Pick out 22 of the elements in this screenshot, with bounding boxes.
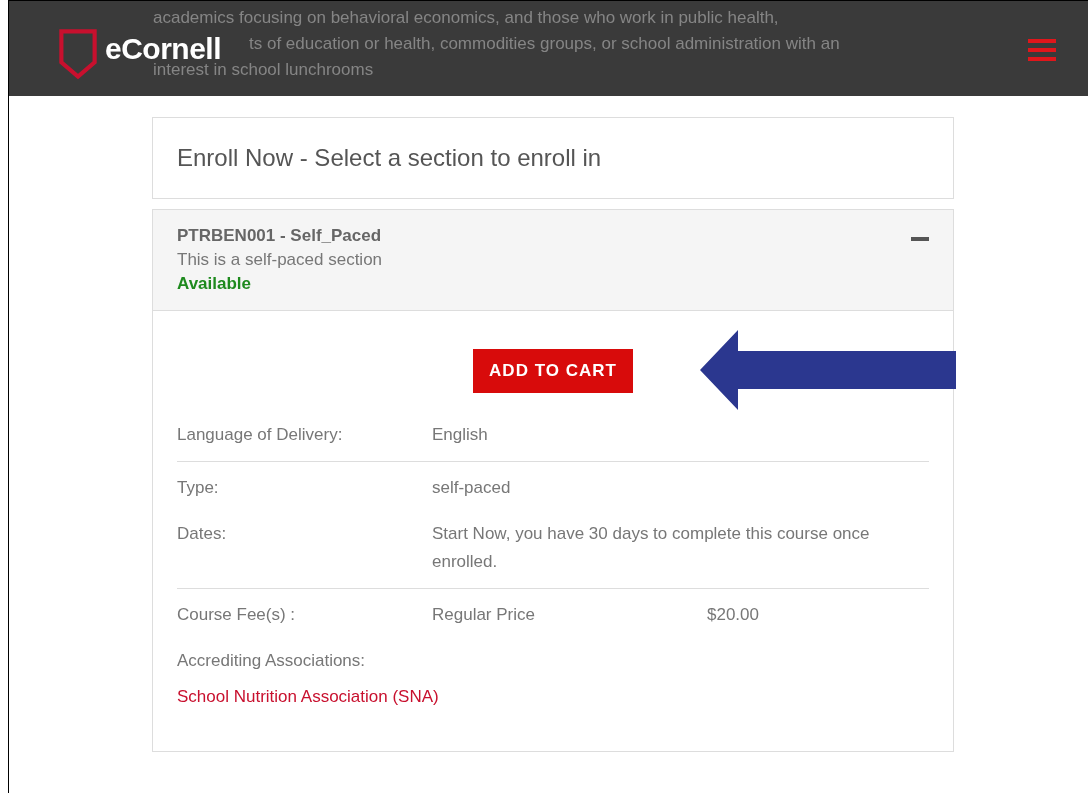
- shield-icon: [59, 29, 97, 79]
- detail-label: Dates:: [177, 523, 228, 545]
- detail-value: Start Now, you have 30 days to complete this course once enrolled.: [432, 523, 871, 573]
- detail-label: Type:: [177, 477, 220, 499]
- section-code: PTRBEN001 - Self_Paced: [177, 226, 383, 246]
- paragraph-line: academics focusing on behavioral economics, and those who work in public health,: [153, 9, 780, 27]
- enroll-heading: Enroll Now - Select a section to enroll in: [177, 144, 602, 171]
- availability-status: Available: [177, 274, 253, 294]
- paragraph-line: interest in school lunchrooms: [153, 61, 375, 79]
- detail-value: Regular Price: [432, 604, 536, 626]
- add-to-cart-button[interactable]: ADD TO CART: [473, 349, 633, 393]
- detail-value: self-paced: [432, 477, 512, 499]
- detail-label: Language of Delivery:: [177, 424, 344, 446]
- arrow-icon: [700, 330, 956, 410]
- section-header[interactable]: PTRBEN001 - Self_Paced This is a self-paced section Available: [153, 210, 953, 311]
- detail-label: Accrediting Associations:: [177, 650, 367, 672]
- section-description: This is a self-paced section: [177, 250, 383, 270]
- detail-label: Course Fee(s) :: [177, 604, 297, 626]
- detail-value: English: [432, 424, 489, 446]
- price: $20.00: [707, 604, 760, 626]
- logo[interactable]: eCornell: [105, 37, 222, 61]
- association-link[interactable]: School Nutrition Association (SNA): [177, 687, 439, 707]
